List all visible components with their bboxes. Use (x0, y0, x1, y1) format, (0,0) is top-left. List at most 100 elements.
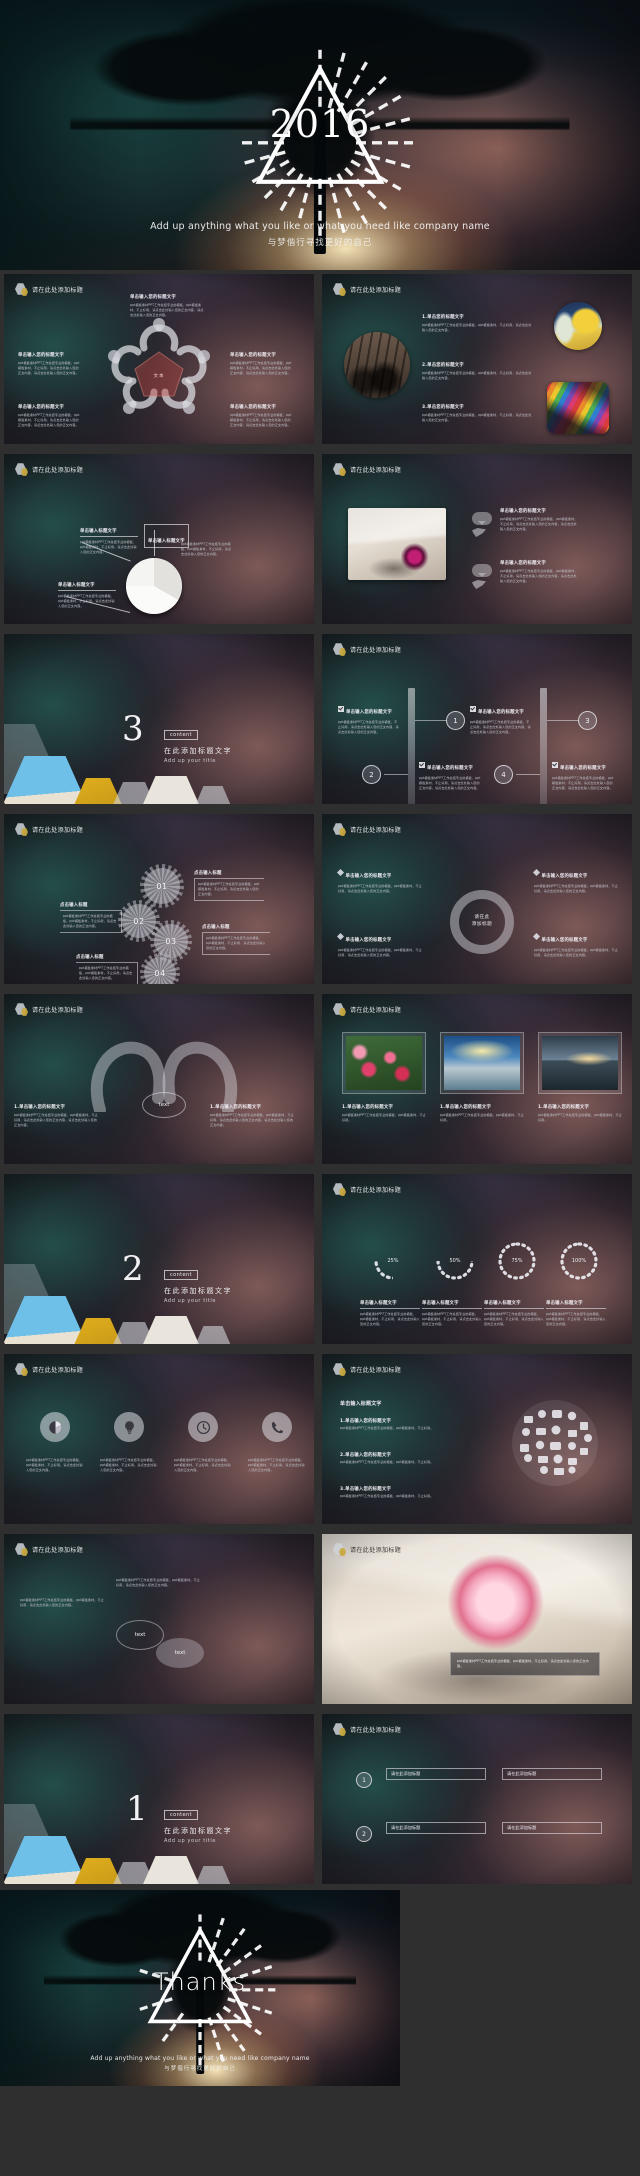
slide-flower-cycle[interactable]: 请在此处添加标题 文本 单击输入您的标题文字 ppt模板素材PPT工作总结专业的… (4, 274, 314, 444)
slide-cell[interactable]: 3 content 在此添加标题文字 Add up your title (0, 630, 320, 810)
icon-item-2-body: ppt模板素材PPT工作总结专业的模板，ppt模板素材，不止好用，请点击此处输入… (174, 1458, 231, 1473)
slide-cell[interactable]: 请在此处添加标题 1.单击输入您的标题文字 ppt模板素材PPT工作总结专业的模… (320, 990, 640, 1170)
slide-cell[interactable]: 请在此处添加标题 ppt模板素材PPT工作总结专业的模板，ppt模板素材，不止好… (0, 1350, 320, 1530)
divider-number: 1 (126, 1789, 148, 1829)
item-title: 单击输入您的标题文字 (230, 405, 276, 410)
slide-header: 请在此处添加标题 (15, 1363, 83, 1376)
cycle-item-3: 单击输入您的标题文字 ppt模板素材PPT工作总结专业的模板，ppt模板素材，不… (532, 926, 620, 958)
item-title: 3.单击您的标题文字 (422, 405, 464, 410)
cover-subtitle: Add up anything what you like or what yo… (0, 221, 640, 248)
slide-divider-3[interactable]: 3 content 在此添加标题文字 Add up your title (4, 634, 314, 804)
slide-header-title: 请在此处添加标题 (32, 287, 84, 294)
slide-icon-row[interactable]: 请在此处添加标题 ppt模板素材PPT工作总结专业的模板，ppt模板素材，不止好… (4, 1354, 314, 1524)
slide-cell[interactable]: 请在此处添加标题 text text ppt模板素材PPT工作总结专业的模板，p… (0, 1530, 320, 1710)
lightbulb-icon (114, 1412, 144, 1442)
slide-header: 请在此处添加标题 (15, 1543, 83, 1556)
ring-item-0: 单击输入标题文字 ppt模板素材PPT工作总结专业的模板，ppt模板素材，不止好… (360, 1300, 420, 1327)
gear-item-3: 点击输入标题 ppt模板素材PPT工作总结专业的模板，ppt模板素材，不止好用，… (76, 954, 138, 984)
slide-cell[interactable]: 2 content 在此添加标题文字 Add up your title (0, 1170, 320, 1350)
slide-numbered-list[interactable]: 请在此处添加标题 1 2 请在此添加标题 请在此添加标题 请在此添加标题 请在此… (322, 1714, 632, 1884)
item-title-row: 单击输入您的标题文字 (336, 862, 424, 881)
item-body: ppt模板素材PPT工作总结专业的模板，ppt模板素材，不止好用。 (340, 1460, 434, 1464)
slide-header: 请在此处添加标题 (15, 1003, 83, 1016)
pie-item-1: 单击输入标题文字 ppt模板素材PPT工作总结专业的模板，ppt模板素材，不止好… (80, 528, 138, 555)
slide-gears[interactable]: 请在此处添加标题 01 02 03 04 点击输入标题 ppt模板素材PPT工作… (4, 814, 314, 984)
timeline-marker-2: 2 (362, 765, 381, 784)
speech-bubble-icon (472, 512, 492, 525)
list-bar-2: 请在此添加标题 (386, 1822, 486, 1834)
slide-cell[interactable]: 请在此处添加标题 1 2 3 4 单击输入您的标题文字 ppt模板素材PPT工作… (320, 630, 640, 810)
slide-photo-circles[interactable]: 请在此处添加标题 1.单击您的标题文字 ppt模板素材PPT工作总结专业的模板，… (322, 274, 632, 444)
hexagon-icon (333, 283, 346, 296)
slide-thanks[interactable]: Thanks Add up anything what you like or … (0, 1890, 400, 2086)
slide-header-title: 请在此处添加标题 (350, 1187, 402, 1194)
item-body: ppt模板素材PPT工作总结专业的模板，ppt模板素材，不止好用，请点击此处输入… (18, 413, 80, 428)
slide-header: 请在此处添加标题 (333, 1183, 401, 1196)
thanks-subtitle-cn: 与梦偕行寻找更好的自己 (164, 2066, 236, 2072)
timeline-item-2: 单击输入您的标题文字 ppt模板素材PPT工作总结专业的模板，不止好用，请点击此… (470, 698, 532, 735)
check-icon (338, 705, 344, 712)
slide-book-speech[interactable]: 请在此处添加标题 单击输入您的标题文字 ppt模板素材PPT工作总结专业的模板，… (322, 454, 632, 624)
pie-item-0-body: ppt模板素材PPT工作总结专业的模板，ppt模板素材，不止好用，请点击此处输入… (181, 542, 233, 557)
slide-two-text-bubbles[interactable]: 请在此处添加标题 text text ppt模板素材PPT工作总结专业的模板，p… (4, 1534, 314, 1704)
slide-cell[interactable]: 请在此处添加标题 1.单击您的标题文字 ppt模板素材PPT工作总结专业的模板，… (320, 270, 640, 450)
photo-colored-pencils (547, 382, 609, 434)
slide-timeline-1234[interactable]: 请在此处添加标题 1 2 3 4 单击输入您的标题文字 ppt模板素材PPT工作… (322, 634, 632, 804)
photo-card-0 (342, 1032, 426, 1094)
gear-label: 04 (154, 968, 166, 978)
slide-percent-rings[interactable]: 请在此处添加标题 25% 50% 75% 100% 单击输入标题文字 ppt模板… (322, 1174, 632, 1344)
slide-divider-1[interactable]: 1 content 在此添加标题文字 Add up your title (4, 1714, 314, 1884)
icon-item-3-body: ppt模板素材PPT工作总结专业的模板，ppt模板素材，不止好用，请点击此处输入… (248, 1458, 305, 1473)
circles-item-0: 1.单击您的标题文字 ppt模板素材PPT工作总结专业的模板，ppt模板素材，不… (422, 314, 532, 333)
cycle-item-0: 单击输入您的标题文字 ppt模板素材PPT工作总结专业的模板，ppt模板素材，不… (336, 862, 424, 894)
slide-cell[interactable]: 请在此处添加标题 25% 50% 75% 100% 单击输入标题文字 ppt模板… (320, 1170, 640, 1350)
item-title: 单击输入标题文字 (422, 1300, 482, 1309)
gear-label: 02 (133, 916, 145, 926)
slide-rose-photo[interactable]: 请在此处添加标题 ppt模板素材PPT工作总结专业的模板，ppt模板素材，不止好… (322, 1534, 632, 1704)
slide-cell[interactable]: 请在此处添加标题 请在此 添加标题 单击输入您的标题文字 ppt模板素材PPT工… (320, 810, 640, 990)
item-title: 1.单击输入您的标题文字 (340, 1419, 392, 1424)
slide-divider-2[interactable]: 2 content 在此添加标题文字 Add up your title (4, 1174, 314, 1344)
slide-title-cover[interactable]: 2016 Add up anything what you like or wh… (0, 0, 640, 270)
hexagon-gold (74, 1858, 122, 1884)
divider-title-en: Add up your title (164, 758, 217, 764)
percent-label: 25% (387, 1258, 399, 1264)
slide-cell[interactable]: 请在此处添加标题 ppt模板素材PPT工作总结专业的模板，ppt模板素材，不止好… (320, 1530, 640, 1710)
ring-item-2: 单击输入标题文字 ppt模板素材PPT工作总结专业的模板，ppt模板素材，不止好… (484, 1300, 544, 1327)
item-title-row: 单击输入您的标题文字 (552, 754, 614, 773)
slide-cell[interactable]: 请在此处添加标题 (0, 270, 320, 450)
hexagon-gold (74, 1318, 122, 1344)
item-title: 单击输入您的标题文字 (230, 353, 276, 358)
slide-text-loop[interactable]: 请在此处添加标题 text 1.单击输入您的标题文字 ppt模板素材PPT工作总… (4, 994, 314, 1164)
slide-cell[interactable]: 1 content 在此添加标题文字 Add up your title (0, 1710, 320, 1890)
slide-cell[interactable]: 请在此处添加标题 1 2 请在此添加标题 请在此添加标题 请在此添加标题 请在此… (320, 1710, 640, 1890)
item-body: ppt模板素材PPT工作总结专业的模板，ppt模板素材，不止好用，请点击此处输入… (338, 884, 422, 894)
gear-04: 04 (140, 953, 180, 984)
slide-header-title: 请在此处添加标题 (350, 1007, 402, 1014)
slide-cell[interactable]: 请在此处添加标题 单击输入标题文字 ppt模板素材PPT工作总结专业的模板，pp… (0, 450, 320, 630)
slide-icon-cloud[interactable]: 请在此处添加标题 单击输入标题文字 1.单击输入您的标题文字 ppt模板素材PP… (322, 1354, 632, 1524)
item-title: 单击输入您的标题文字 (427, 766, 473, 771)
cover-subtitle-cn: 与梦偕行寻找更好的自己 (267, 238, 373, 248)
divider-title-cn: 在此添加标题文字 (164, 1287, 232, 1295)
slide-cell[interactable]: 请在此处添加标题 text 1.单击输入您的标题文字 ppt模板素材PPT工作总… (0, 990, 320, 1170)
divider-chip: content (164, 1810, 198, 1820)
slide-photo-cards[interactable]: 请在此处添加标题 1.单击输入您的标题文字 ppt模板素材PPT工作总结专业的模… (322, 994, 632, 1164)
hexagon-icon (333, 463, 346, 476)
divider-number: 2 (122, 1249, 144, 1289)
timeline-bar (408, 688, 415, 804)
slide-cell[interactable]: 请在此处添加标题 01 02 03 04 点击输入标题 ppt模板素材PPT工作… (0, 810, 320, 990)
item-title: 单击输入标题文字 (148, 538, 185, 544)
slide-header-title: 请在此处添加标题 (350, 1367, 402, 1374)
slide-cycle-ring[interactable]: 请在此处添加标题 请在此 添加标题 单击输入您的标题文字 ppt模板素材PPT工… (322, 814, 632, 984)
slide-cell[interactable]: 请在此处添加标题 单击输入您的标题文字 ppt模板素材PPT工作总结专业的模板，… (320, 450, 640, 630)
slide-header-title: 请在此处添加标题 (32, 1007, 84, 1014)
item-title: 单击输入标题文字 (484, 1300, 544, 1309)
slide-pie-chart[interactable]: 请在此处添加标题 单击输入标题文字 ppt模板素材PPT工作总结专业的模板，pp… (4, 454, 314, 624)
item-body: ppt模板素材PPT工作总结专业的模板，ppt模板素材，不止好用，请点击此处输入… (422, 413, 532, 423)
text-bubble-1: text (156, 1638, 204, 1668)
slide-background (4, 1534, 314, 1704)
slide-cell[interactable]: 请在此处添加标题 (320, 1350, 640, 1530)
gear-item-1: 点击输入标题 ppt模板素材PPT工作总结专业的模板，ppt模板素材，不止好用，… (60, 902, 122, 934)
flower-item-3: 单击输入您的标题文字 ppt模板素材PPT工作总结专业的模板，ppt模板素材，不… (18, 404, 80, 428)
